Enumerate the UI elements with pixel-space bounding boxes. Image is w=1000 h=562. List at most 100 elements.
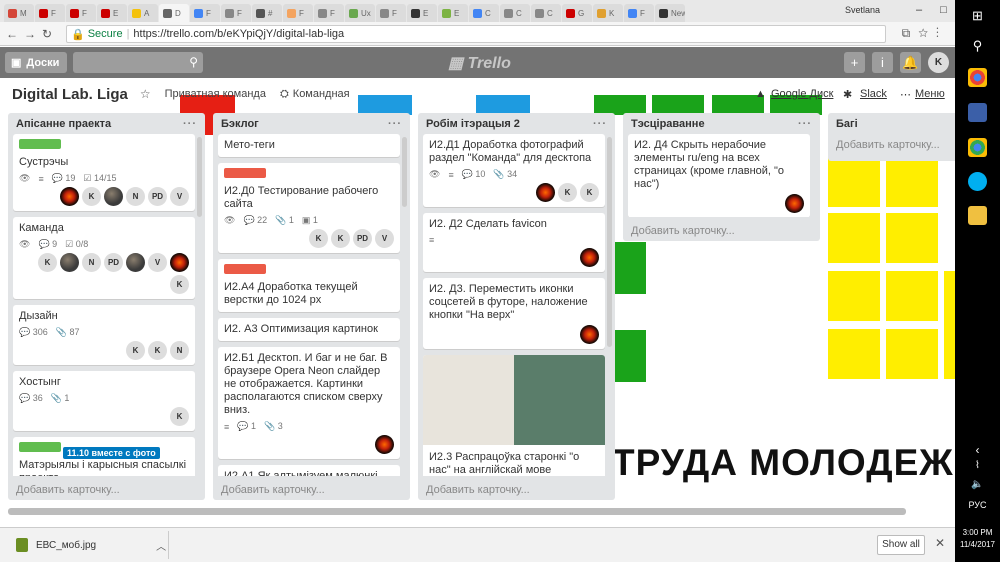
member-avatar[interactable]: K xyxy=(331,229,350,248)
add-card-link[interactable]: Добавить карточку... xyxy=(16,484,120,496)
card[interactable]: И2.3 Распрацоўка старонкі "о нас" на анг… xyxy=(423,355,605,476)
card[interactable]: Хостынг 💬 36 📎 1 K xyxy=(13,371,195,431)
card[interactable]: Сустрэчы 👁 ≡ 💬 19 ☑ 14/15 K N PD V xyxy=(13,134,195,211)
browser-tab[interactable]: G xyxy=(562,4,592,22)
menu-button[interactable]: Меню xyxy=(915,88,945,100)
add-button[interactable]: + xyxy=(844,52,865,73)
download-filename[interactable]: ЕВС_моб.jpg xyxy=(36,540,96,551)
windows-start-icon[interactable]: ⊞ xyxy=(955,8,1000,24)
card[interactable]: И2. Д2 Сделать favicon ≡ xyxy=(423,213,605,272)
card[interactable]: И2. А3 Оптимизация картинок xyxy=(218,318,400,341)
card[interactable]: Дызайн 💬 306 📎 87 K K N xyxy=(13,305,195,365)
browser-tab[interactable]: K xyxy=(593,4,623,22)
member-avatar[interactable] xyxy=(104,187,123,206)
card[interactable]: И2.А1 Як алтымізуем малюнкі xyxy=(218,465,400,476)
list-menu-icon[interactable]: ··· xyxy=(183,118,197,133)
member-avatar[interactable] xyxy=(536,183,555,202)
add-card-link[interactable]: Добавить карточку... xyxy=(631,225,735,237)
browser-tab[interactable]: C xyxy=(531,4,561,22)
browser-tab[interactable]: New xyxy=(655,4,685,22)
member-avatar[interactable] xyxy=(60,253,79,272)
add-card-link[interactable]: Добавить карточку... xyxy=(221,484,325,496)
browser-tab[interactable]: M xyxy=(4,4,34,22)
search-icon[interactable]: ⚲ xyxy=(955,38,1000,54)
browser-tab[interactable]: E xyxy=(438,4,468,22)
member-avatar[interactable]: K xyxy=(38,253,57,272)
card[interactable]: И2.Б1 Десктоп. И баг и не баг. В браузер… xyxy=(218,347,400,459)
member-avatar[interactable] xyxy=(785,194,804,213)
member-avatar[interactable] xyxy=(170,253,189,272)
list-title[interactable]: Багі xyxy=(836,118,858,133)
scrollbar-thumb[interactable] xyxy=(8,508,906,515)
member-avatar[interactable]: N xyxy=(82,253,101,272)
member-avatar[interactable]: V xyxy=(170,187,189,206)
card[interactable]: И2.А4 Доработка текущей верстки до 1024 … xyxy=(218,259,400,312)
member-avatar[interactable]: K xyxy=(170,407,189,426)
member-avatar[interactable] xyxy=(126,253,145,272)
browser-tab[interactable]: D xyxy=(159,4,189,22)
user-avatar[interactable]: K xyxy=(928,52,949,73)
browser-tab[interactable]: F xyxy=(190,4,220,22)
list-column[interactable]: Апісанне праекта ··· Сустрэчы 👁 ≡ 💬 19 ☑ 14/15… xyxy=(8,113,205,500)
volume-icon[interactable]: 🔈 xyxy=(955,479,1000,490)
browser-tab[interactable]: A xyxy=(128,4,158,22)
info-icon[interactable]: i xyxy=(872,52,893,73)
member-avatar[interactable]: N xyxy=(126,187,145,206)
browser-tab[interactable]: F xyxy=(283,4,313,22)
member-avatar[interactable]: V xyxy=(148,253,167,272)
browser-user[interactable]: Svetlana xyxy=(845,5,880,15)
member-avatar[interactable]: K xyxy=(170,275,189,294)
close-icon[interactable]: ✕ xyxy=(935,536,945,550)
browser-tab[interactable]: C xyxy=(500,4,530,22)
card[interactable]: И2.Д1 Доработка фотографий раздел "Коман… xyxy=(423,134,605,207)
list-title[interactable]: Тэсціраванне xyxy=(631,118,705,133)
browser-tab[interactable]: F xyxy=(314,4,344,22)
member-avatar[interactable]: PD xyxy=(353,229,372,248)
list-scrollbar[interactable] xyxy=(197,137,202,217)
list-header[interactable]: Тэсціраванне ··· xyxy=(623,113,820,133)
trello-logo[interactable]: ▦ Trello xyxy=(448,53,511,73)
card[interactable]: Мето-теги xyxy=(218,134,400,157)
member-avatar[interactable] xyxy=(580,325,599,344)
nav-buttons[interactable]: ←→↻ xyxy=(6,27,58,41)
browser-tab[interactable]: F xyxy=(221,4,251,22)
browser-tab[interactable]: C xyxy=(469,4,499,22)
list-column[interactable]: Робім ітэрацыя 2 ··· И2.Д1 Доработка фотог… xyxy=(418,113,615,500)
browser-tab[interactable]: F xyxy=(376,4,406,22)
list-header[interactable]: Апісанне праекта ··· xyxy=(8,113,205,133)
list-header[interactable]: Багі xyxy=(828,113,955,133)
member-avatar[interactable] xyxy=(580,248,599,267)
member-avatar[interactable]: PD xyxy=(148,187,167,206)
board-horizontal-scrollbar[interactable] xyxy=(8,508,953,515)
browser-tab[interactable]: F xyxy=(35,4,65,22)
card[interactable]: И2. Д3. Переместить иконки соцсетей в фу… xyxy=(423,278,605,349)
google-drive-link[interactable]: Google Диск xyxy=(771,88,833,100)
browser-tab[interactable]: F xyxy=(66,4,96,22)
clock-time[interactable]: 3:00 PM xyxy=(955,528,1000,537)
show-all-button[interactable]: Show all xyxy=(877,535,925,555)
list-title[interactable]: Апісанне праекта xyxy=(16,118,111,133)
list-menu-icon[interactable]: ··· xyxy=(798,118,812,133)
browser-tab[interactable]: Ux xyxy=(345,4,375,22)
member-avatar[interactable]: K xyxy=(148,341,167,360)
url-omnibox[interactable]: 🔒 Secure | https://trello.com/b/eKYpiQjY… xyxy=(66,25,886,43)
card[interactable]: Каманда 👁 💬 9 ☑ 0/8 K N PD V K xyxy=(13,217,195,299)
chrome-icon[interactable] xyxy=(968,68,987,87)
list-scrollbar[interactable] xyxy=(607,137,612,347)
member-avatar[interactable]: V xyxy=(375,229,394,248)
card[interactable]: И2. Д4 Скрыть нерабочие элементы ru/eng … xyxy=(628,134,810,217)
list-scrollbar[interactable] xyxy=(402,137,407,207)
member-avatar[interactable]: K xyxy=(309,229,328,248)
team-link[interactable]: Приватная команда xyxy=(165,88,266,100)
list-header[interactable]: Бэклог ··· xyxy=(213,113,410,133)
add-card-link[interactable]: Добавить карточку... xyxy=(426,484,530,496)
list-menu-icon[interactable]: ··· xyxy=(388,118,402,133)
list-column[interactable]: Бэклог ··· Мето-теги И2.Д0 Тестирование раб… xyxy=(213,113,410,500)
list-header[interactable]: Робім ітэрацыя 2 ··· xyxy=(418,113,615,133)
boards-button[interactable]: ▣ Доски xyxy=(5,52,67,73)
chrome-app-icon[interactable] xyxy=(968,138,987,157)
board-search-input[interactable]: ⚲ xyxy=(73,52,203,73)
browser-tab[interactable]: F xyxy=(624,4,654,22)
member-avatar[interactable]: K xyxy=(580,183,599,202)
clock-date[interactable]: 11/4/2017 xyxy=(955,540,1000,549)
